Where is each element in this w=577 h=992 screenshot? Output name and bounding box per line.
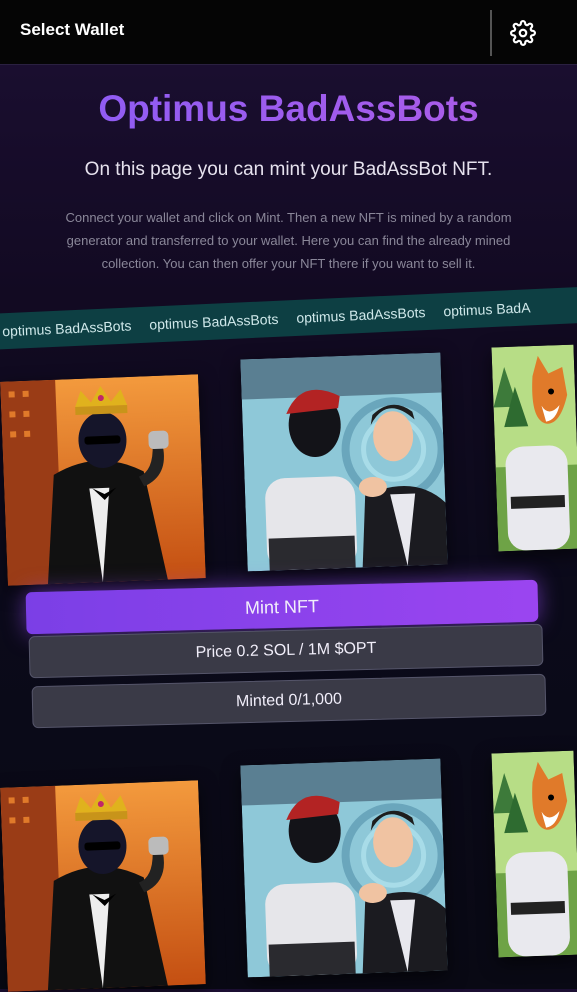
nft-image-fox: [491, 750, 577, 958]
page-subtitle: On this page you can mint your BadAssBot…: [84, 159, 493, 180]
divider: [490, 10, 492, 56]
marquee-item: optimus BadAssBots: [148, 310, 279, 333]
nft-card-king: [0, 780, 206, 992]
nft-card-elon: [240, 352, 448, 572]
nft-card-king: [0, 374, 206, 586]
nft-card-fox: [491, 750, 577, 958]
nft-card-fox: [491, 344, 577, 552]
nft-image-fox: [491, 344, 577, 552]
top-bar: Select Wallet: [0, 0, 577, 65]
nft-image-king: [0, 374, 206, 586]
minted-counter: Minted 0/1,000: [31, 673, 547, 729]
nft-card-elon: [240, 758, 448, 978]
marquee-item: optimus BadAssBots: [1, 317, 132, 340]
marquee-item: optimus BadAssBots: [295, 304, 426, 326]
page-title: Optimus BadAssBots: [0, 88, 577, 130]
page-description: Connect your wallet and click on Mint. T…: [65, 210, 512, 271]
gear-icon: [510, 20, 536, 46]
marquee-band: optimus BadAssBots optimus BadAssBots op…: [0, 286, 577, 350]
select-wallet-button[interactable]: Select Wallet: [20, 20, 124, 40]
marquee-track: optimus BadAssBots optimus BadAssBots op…: [1, 299, 549, 340]
marquee-item: optimus BadA: [442, 299, 531, 320]
nft-image-elon: [240, 758, 448, 978]
nft-image-king: [0, 780, 206, 992]
nft-image-elon: [240, 352, 448, 572]
settings-button[interactable]: [506, 16, 540, 50]
